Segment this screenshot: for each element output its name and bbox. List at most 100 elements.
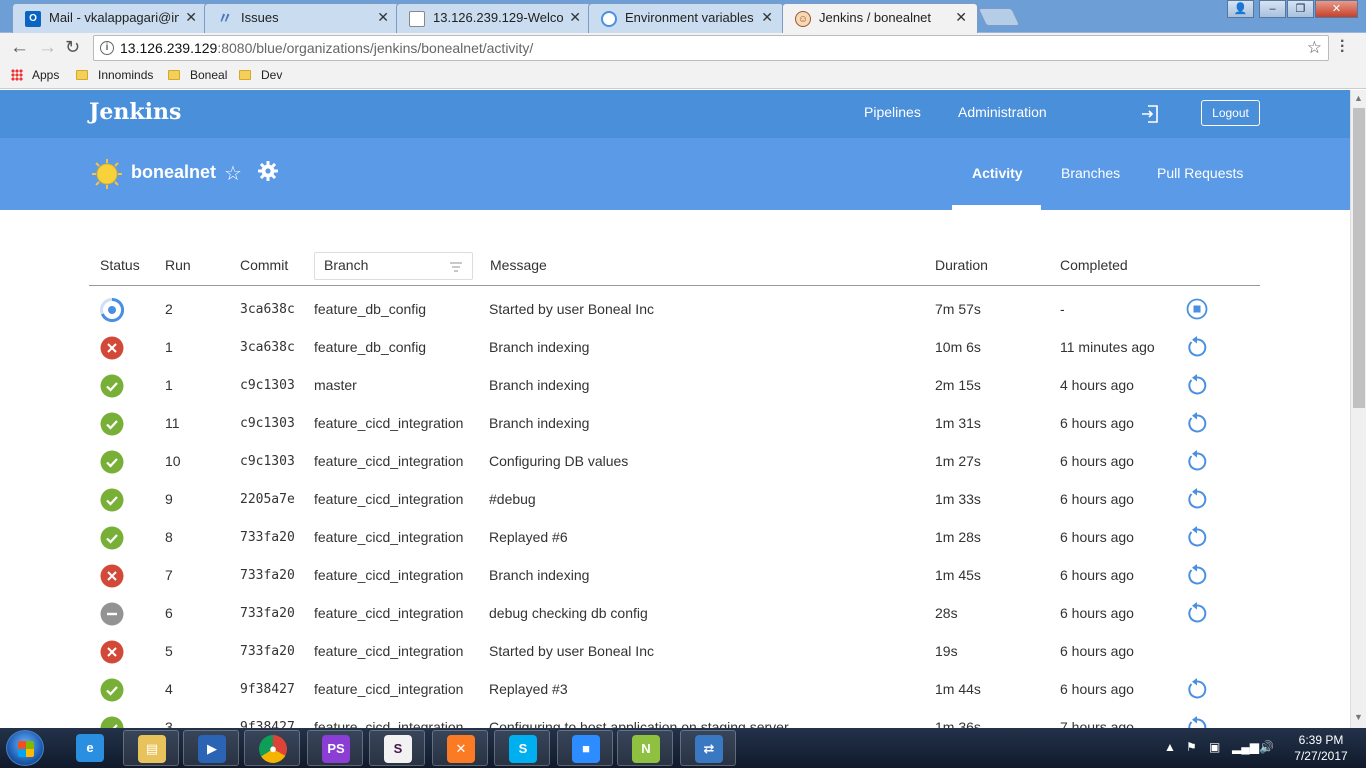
rerun-icon[interactable] (1186, 716, 1208, 728)
browser-tab-welcome[interactable]: 13.126.239.129-Welcome ✕ (396, 3, 592, 33)
rerun-icon[interactable] (1186, 336, 1208, 358)
filter-icon[interactable] (450, 262, 462, 272)
info-icon[interactable]: i (100, 41, 114, 55)
commit-id[interactable]: 733fa20 (240, 644, 295, 659)
table-row[interactable]: 3 9f38427 feature_cicd_integration Configur… (89, 708, 1260, 728)
commit-id[interactable]: c9c1303 (240, 378, 295, 393)
commit-id[interactable]: c9c1303 (240, 454, 295, 469)
table-row[interactable]: 1 c9c1303 master Branch indexing 2m 15s 4 hou… (89, 366, 1260, 404)
close-icon[interactable]: ✕ (569, 9, 581, 26)
tab-branches[interactable]: Branches (1061, 165, 1120, 181)
favorite-star-icon[interactable]: ☆ (224, 161, 242, 186)
user-icon[interactable]: 👤 (1227, 0, 1254, 18)
branch-filter-input[interactable]: Branch (314, 252, 473, 280)
browser-tab-issues[interactable]: 〃 Issues ✕ (204, 3, 400, 33)
nav-pipelines[interactable]: Pipelines (864, 104, 921, 120)
active-tab-indicator (952, 205, 1041, 210)
taskbar-app[interactable]: ⇄ (680, 730, 736, 766)
rerun-icon[interactable] (1186, 374, 1208, 396)
table-row[interactable]: 10 c9c1303 feature_cicd_integration Configu… (89, 442, 1260, 480)
commit-id[interactable]: 9f38427 (240, 682, 295, 697)
device-icon[interactable]: ▣ (1209, 740, 1220, 754)
rerun-icon[interactable] (1186, 602, 1208, 624)
rerun-icon[interactable] (1186, 564, 1208, 586)
taskbar-app[interactable]: N (617, 730, 673, 766)
table-row[interactable]: 5 733fa20 feature_cicd_integration Started … (89, 632, 1260, 670)
tab-pull-requests[interactable]: Pull Requests (1157, 165, 1243, 181)
taskbar-app[interactable]: S (494, 730, 550, 766)
stop-icon[interactable] (1186, 298, 1208, 320)
commit-id[interactable]: 3ca638c (240, 340, 295, 355)
taskbar-app[interactable]: e (62, 730, 118, 766)
scrollbar-thumb[interactable] (1353, 108, 1365, 408)
table-row[interactable]: 8 733fa20 feature_cicd_integration Replayed… (89, 518, 1260, 556)
bookmark-dev[interactable]: Dev (239, 68, 282, 82)
rerun-icon[interactable] (1186, 488, 1208, 510)
exit-classic-icon[interactable] (1141, 105, 1159, 123)
rerun-icon[interactable] (1186, 526, 1208, 548)
table-row[interactable]: 1 3ca638c feature_db_config Branch indexing… (89, 328, 1260, 366)
branch-name: feature_cicd_integration (314, 605, 464, 621)
bookmark-star-icon[interactable]: ☆ (1307, 36, 1322, 60)
close-icon[interactable]: ✕ (761, 9, 773, 26)
tab-activity[interactable]: Activity (972, 165, 1023, 181)
browser-tab-jenkins[interactable]: ☺ Jenkins / bonealnet ✕ (782, 3, 978, 33)
minimize-button[interactable]: – (1259, 0, 1286, 18)
rerun-icon[interactable] (1186, 678, 1208, 700)
taskbar-app[interactable]: ▤ (123, 730, 179, 766)
commit-id[interactable]: 733fa20 (240, 606, 295, 621)
commit-id[interactable]: 2205a7e (240, 492, 295, 507)
browser-tab-env-vars[interactable]: Environment variables in ✕ (588, 3, 784, 33)
chrome-menu-icon[interactable]: · · · (1340, 34, 1345, 60)
taskbar-app[interactable]: ● (244, 730, 300, 766)
rerun-icon[interactable] (1186, 450, 1208, 472)
page-scrollbar[interactable]: ▲ ▼ (1350, 90, 1366, 728)
close-icon[interactable]: ✕ (955, 9, 967, 26)
table-row[interactable]: 9 2205a7e feature_cicd_integration #debug 1m… (89, 480, 1260, 518)
table-row[interactable]: 4 9f38427 feature_cicd_integration Replayed… (89, 670, 1260, 708)
taskbar-app[interactable]: ▶ (183, 730, 239, 766)
close-icon[interactable]: ✕ (185, 9, 197, 26)
col-branch: Branch (324, 257, 369, 273)
table-row[interactable]: 11 c9c1303 feature_cicd_integration Branch … (89, 404, 1260, 442)
commit-id[interactable]: 3ca638c (240, 302, 295, 317)
restore-button[interactable]: ❐ (1287, 0, 1314, 18)
commit-id[interactable]: 9f38427 (240, 720, 295, 728)
show-hidden-icons[interactable]: ▲ (1164, 740, 1176, 754)
scroll-down-icon[interactable]: ▼ (1354, 712, 1363, 722)
apps-grid-icon (11, 69, 23, 81)
action-center-flag-icon[interactable]: ⚑ (1186, 740, 1197, 754)
logout-button[interactable]: Logout (1201, 100, 1260, 126)
bookmark-apps[interactable]: Apps (11, 68, 59, 82)
commit-id[interactable]: 733fa20 (240, 568, 295, 583)
taskbar-app[interactable]: S (369, 730, 425, 766)
bookmark-innominds[interactable]: Innominds (76, 68, 153, 82)
network-icon[interactable]: ▂▄▆ (1232, 740, 1259, 754)
forward-icon[interactable]: → (38, 37, 57, 59)
taskbar-app[interactable]: ✕ (432, 730, 488, 766)
rerun-icon[interactable] (1186, 412, 1208, 434)
back-icon[interactable]: ← (10, 37, 29, 59)
table-row[interactable]: 2 3ca638c feature_db_config Started by user… (89, 290, 1260, 328)
system-clock[interactable]: 6:39 PM 7/27/2017 (1286, 732, 1356, 764)
window-close-button[interactable]: ✕ (1315, 0, 1358, 18)
scroll-up-icon[interactable]: ▲ (1354, 93, 1363, 103)
taskbar-app[interactable]: ■ (557, 730, 613, 766)
volume-icon[interactable]: 🔊 (1259, 740, 1274, 754)
browser-tab-mail[interactable]: O Mail - vkalappagari@inn ✕ (12, 3, 208, 33)
new-tab-button[interactable] (977, 8, 1021, 26)
address-bar[interactable]: i 13.126.239.129:8080/blue/organizations… (93, 35, 1329, 61)
pipeline-name[interactable]: bonealnet (131, 162, 216, 183)
start-button[interactable] (6, 730, 44, 766)
table-row[interactable]: 6 733fa20 feature_cicd_integration debug ch… (89, 594, 1260, 632)
taskbar-app[interactable]: PS (307, 730, 363, 766)
table-row[interactable]: 7 733fa20 feature_cicd_integration Branch i… (89, 556, 1260, 594)
jenkins-logo[interactable]: Jenkins (89, 99, 181, 125)
gear-icon[interactable] (258, 161, 278, 181)
reload-icon[interactable]: ↻ (65, 37, 80, 58)
close-icon[interactable]: ✕ (377, 9, 389, 26)
bookmark-boneal[interactable]: Boneal (168, 68, 227, 82)
commit-id[interactable]: 733fa20 (240, 530, 295, 545)
nav-administration[interactable]: Administration (958, 104, 1047, 120)
commit-id[interactable]: c9c1303 (240, 416, 295, 431)
